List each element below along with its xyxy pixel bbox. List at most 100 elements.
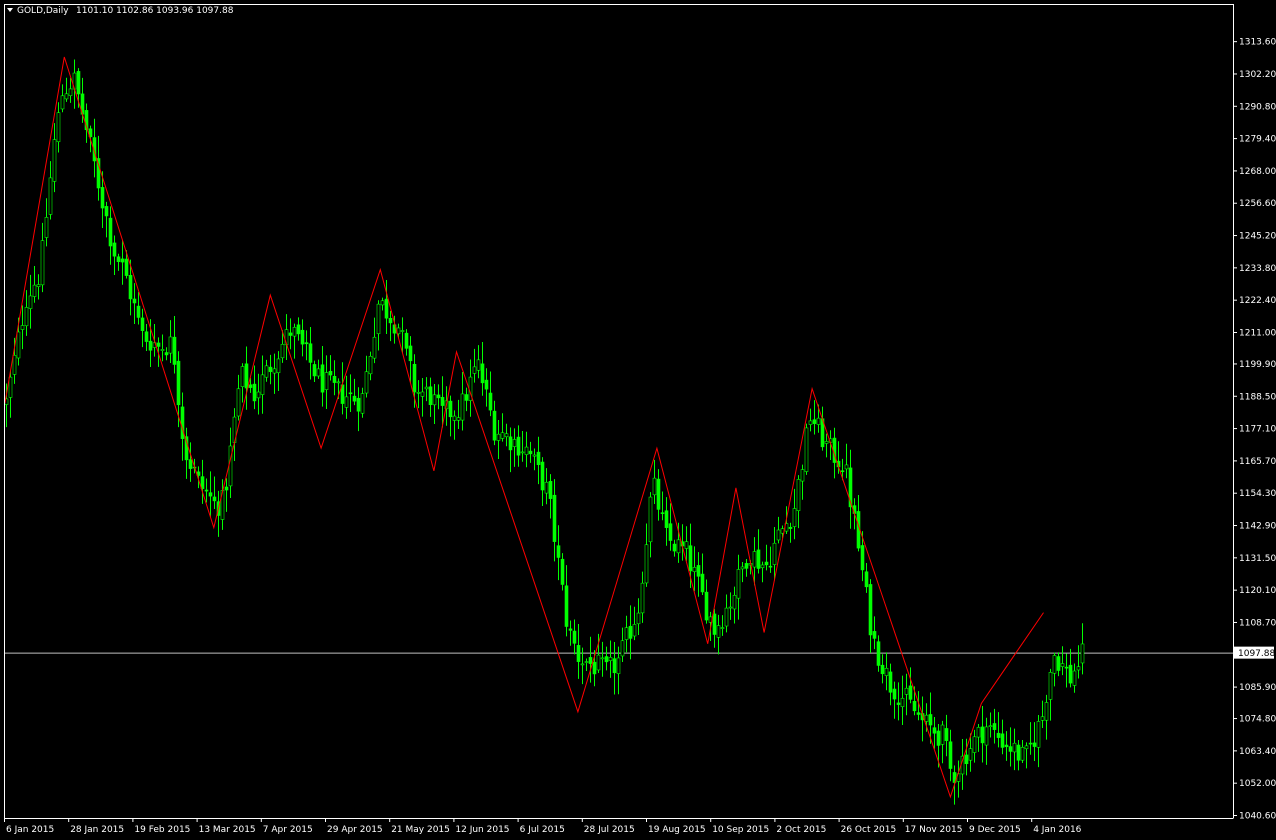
x-tick-label: 28 Jul 2015 <box>584 825 635 835</box>
x-tick-label: 6 Jan 2015 <box>6 825 54 835</box>
y-tick-label: 1313.60 <box>1239 38 1276 48</box>
candle-body <box>756 549 761 569</box>
candle-body <box>316 368 321 377</box>
candle-body <box>720 627 725 629</box>
candle-body <box>460 393 465 421</box>
candle-body <box>880 664 885 675</box>
candle-body <box>516 436 521 456</box>
candle-body <box>108 217 113 247</box>
candle-body <box>112 242 117 257</box>
candle-body <box>1032 742 1037 747</box>
candle-body <box>208 492 213 497</box>
candle-body <box>616 657 621 674</box>
candle-body <box>908 685 913 700</box>
candle-body <box>924 714 929 722</box>
candle-body <box>980 726 985 744</box>
gold-daily-chart[interactable]: 1313.60 1302.20 1290.80 1279.40 1268.00 1256.… <box>0 0 1276 840</box>
candle-body <box>1080 643 1085 664</box>
chart-background <box>0 0 1276 840</box>
y-tick-label: 1085.90 <box>1239 683 1276 693</box>
x-tick-label: 6 Jul 2015 <box>520 825 565 835</box>
candle-body <box>556 545 561 558</box>
candle-body <box>248 384 253 388</box>
candle-body <box>440 397 445 406</box>
y-tick-label: 1177.10 <box>1239 425 1276 435</box>
candle-body <box>576 645 581 662</box>
y-tick-label: 1199.90 <box>1239 360 1276 370</box>
candle-body <box>816 417 821 425</box>
candle-body <box>936 730 941 746</box>
candle-body <box>128 275 133 300</box>
candle-body <box>120 258 125 263</box>
candle-body <box>1068 664 1073 684</box>
candle-body <box>620 640 625 657</box>
candle-body <box>664 510 669 528</box>
candle-body <box>200 476 205 489</box>
x-tick-label: 17 Nov 2015 <box>905 825 963 835</box>
candle-body <box>800 469 805 482</box>
candle-body <box>212 496 217 502</box>
candle-body <box>408 345 413 362</box>
y-tick-label: 1040.60 <box>1239 812 1276 822</box>
candle-body <box>588 657 593 664</box>
candle-body <box>512 439 517 447</box>
candle-body <box>860 545 865 571</box>
candle-body <box>320 364 325 393</box>
candle-body <box>688 545 693 572</box>
candle-body <box>480 363 485 384</box>
candle-body <box>472 366 477 374</box>
candle-body <box>1056 656 1061 671</box>
candle-body <box>372 336 377 359</box>
candle-body <box>312 364 317 377</box>
candle-body <box>672 543 677 552</box>
candle-body <box>288 332 293 336</box>
candle-body <box>808 420 813 425</box>
candle-body <box>968 748 973 761</box>
y-tick-label: 1097.88 <box>1238 649 1275 659</box>
candle-body <box>252 383 257 402</box>
candle-body <box>376 303 381 335</box>
candle-body <box>496 433 501 441</box>
candle-body <box>652 477 657 496</box>
candle-body <box>452 415 457 421</box>
candle-body <box>272 368 277 374</box>
candle-body <box>48 177 53 215</box>
candle-body <box>420 391 425 397</box>
candle-body <box>892 688 897 700</box>
y-tick-label: 1222.40 <box>1239 296 1276 306</box>
candle-body <box>1028 742 1033 745</box>
candle-body <box>676 539 681 554</box>
candle-body <box>700 573 705 593</box>
candle-body <box>668 523 673 541</box>
candle-body <box>40 240 45 286</box>
candle-body <box>752 551 757 568</box>
candle-body <box>328 370 333 376</box>
candle-body <box>1040 716 1045 721</box>
candle-body <box>568 628 573 631</box>
candle-body <box>148 340 153 351</box>
candle-body <box>900 697 905 708</box>
candle-body <box>160 349 165 351</box>
y-tick-label: 1142.90 <box>1239 522 1276 532</box>
candle-body <box>984 726 989 746</box>
candle-body <box>532 454 537 457</box>
candle-body <box>544 481 549 494</box>
candle-body <box>132 298 137 304</box>
candle-body <box>172 336 177 365</box>
candle-body <box>644 544 649 584</box>
candle-body <box>24 307 29 327</box>
y-tick-label: 1268.00 <box>1239 167 1276 177</box>
candle-body <box>540 461 545 491</box>
candle-body <box>996 732 1001 738</box>
candle-body <box>176 360 181 406</box>
x-tick-label: 13 Mar 2015 <box>199 825 256 835</box>
candle-body <box>16 331 21 359</box>
candle-body <box>1016 744 1021 761</box>
candle-body <box>204 489 209 492</box>
candle-body <box>772 542 777 565</box>
candle-body <box>764 561 769 566</box>
candle-body <box>612 658 617 674</box>
candle-body <box>104 206 109 217</box>
candle-body <box>188 459 193 469</box>
y-tick-label: 1063.40 <box>1239 747 1276 757</box>
